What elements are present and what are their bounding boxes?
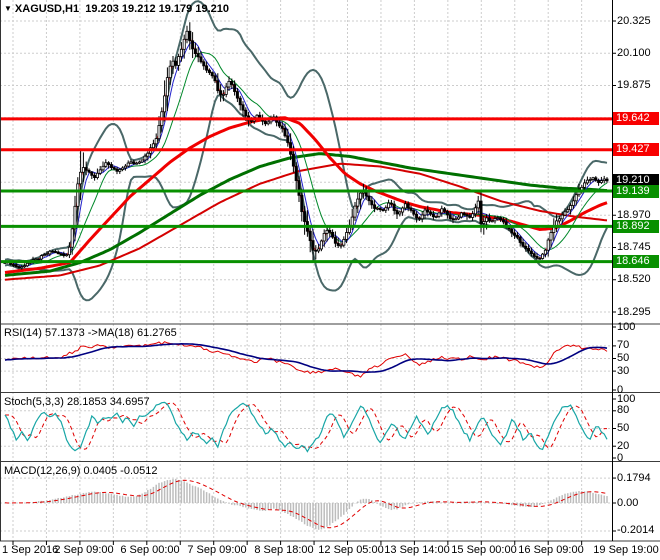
price-level-badge: 19.642 [613, 112, 659, 126]
rsi-tick-label: 100 [617, 320, 636, 333]
macd-indicator-label: MACD(12,26,9) 0.0405 -0.0512 [4, 465, 158, 477]
stoch-tick-label: 80 [617, 404, 630, 417]
time-axis-label: 16 Sep 09:00 [518, 544, 584, 556]
time-axis-label: 8 Sep 18:00 [254, 544, 314, 556]
price-tick-label: 18.520 [617, 273, 651, 286]
time-axis-label: 1 Sep 2016 [2, 544, 59, 556]
price-level-badge: 19.139 [613, 184, 659, 198]
stoch-indicator-label: Stoch(5,3,3) 28.1853 34.6957 [4, 396, 150, 408]
price-level-badge: 19.427 [613, 143, 659, 157]
price-tick-label: 18.745 [617, 240, 651, 253]
time-axis-label: 19 Sep 19:00 [593, 544, 659, 556]
macd-plot [4, 478, 608, 530]
price-level-badge: 18.892 [613, 219, 659, 233]
price-tick-label: 20.100 [617, 46, 651, 59]
price-tick-label: 20.325 [617, 14, 651, 27]
symbol-dropdown-icon[interactable]: ▼ [4, 4, 12, 13]
moving-averages [4, 34, 608, 281]
time-axis-label: 7 Sep 09:00 [187, 544, 247, 556]
time-axis-label: 13 Sep 14:00 [384, 544, 450, 556]
macd-tick-label: -0.2014 [617, 524, 655, 537]
rsi-plot [4, 341, 608, 378]
mt4-chart-window: ▼ XAGUSD,H1 19.203 19.212 19.179 19.210 R… [0, 0, 660, 560]
symbol-timeframe: XAGUSD,H1 [14, 3, 80, 15]
stoch-tick-label: 0 [617, 451, 624, 464]
rsi-indicator-label: RSI(14) 57.1373 ->MA(18) 61.2765 [4, 327, 177, 339]
rsi-tick-label: 70 [617, 339, 630, 352]
time-axis-label: 12 Sep 05:00 [318, 544, 384, 556]
candlesticks [3, 22, 609, 270]
stochastic-plot [4, 401, 608, 453]
macd-tick-label: 0.00 [617, 496, 639, 509]
rsi-tick-label: 30 [617, 364, 630, 377]
chart-title: ▼ XAGUSD,H1 19.203 19.212 19.179 19.210 [4, 3, 229, 15]
rsi-tick-label: 50 [617, 352, 630, 364]
time-axis-label: 15 Sep 00:00 [451, 544, 517, 556]
grid-lines [0, 0, 612, 541]
price-tick-label: 18.295 [617, 305, 651, 318]
price-tick-label: 19.875 [617, 79, 651, 91]
ohlc-readout: 19.203 19.212 19.179 19.210 [85, 3, 229, 15]
time-axis-label: 2 Sep 09:00 [54, 544, 114, 556]
price-level-badge: 18.646 [613, 255, 659, 269]
panel-borders [0, 0, 660, 542]
macd-tick-label: 0.1794 [617, 471, 651, 484]
time-axis-label: 6 Sep 00:00 [120, 544, 180, 556]
stoch-tick-label: 50 [617, 422, 630, 434]
